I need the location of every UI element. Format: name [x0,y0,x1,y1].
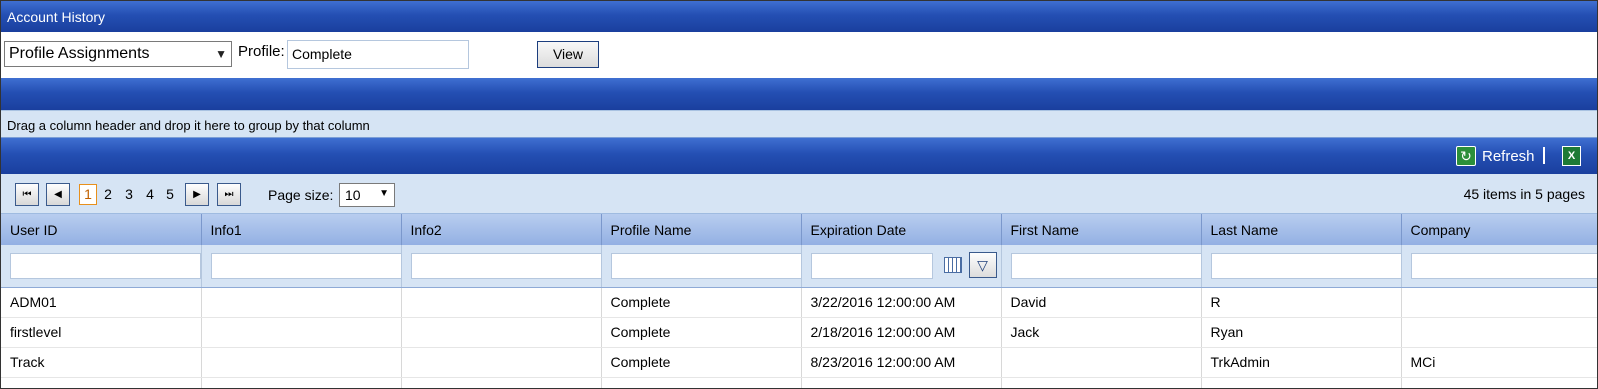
column-header-last-name[interactable]: Last Name [1201,214,1402,245]
cell-last-name: R [1201,287,1402,318]
cell-company [1401,287,1597,318]
window-title: Account History [1,1,1597,32]
refresh-label: Refresh [1482,147,1535,165]
filter-icon[interactable]: ▽ [968,252,997,278]
items-count: 45 items in 5 pages [1463,186,1585,202]
column-header-profile-name[interactable]: Profile Name [601,214,802,245]
cell-expiration-date: 8/23/2016 12:00:00 AM [801,347,1002,378]
section-header-bar [1,78,1597,110]
report-type-value: Profile Assignments [9,45,150,62]
filter-input-info2[interactable] [410,252,602,279]
table-row[interactable]: firstlevel Complete 2/18/2016 12:00:00 A… [1,317,1597,348]
cell-info1 [201,317,402,348]
cell-info1 [201,287,402,318]
page-link-5[interactable]: 5 [162,185,178,206]
filter-input-last-name[interactable] [1210,252,1402,279]
cell-info1 [201,347,402,378]
profile-input[interactable]: Complete [287,40,469,69]
pager: ⏮ ◀ 1 2 3 4 5 ▶ ⏭ Page size: 10 ▼ 45 ite… [1,174,1597,214]
history-grid: User ID Info1 Info2 Profile Name Expirat… [1,214,1597,388]
cell-first-name: David [1001,287,1202,318]
report-type-select[interactable]: Profile Assignments ▼ [4,41,232,67]
filter-input-expiration-date[interactable] [810,252,933,279]
column-header-expiration-date[interactable]: Expiration Date [801,214,1002,245]
chevron-down-icon: ▼ [379,188,389,199]
filter-input-company[interactable] [1410,252,1597,279]
cell-info2 [401,347,602,378]
page-link-2[interactable]: 2 [100,185,116,206]
cell-expiration-date: 3/22/2016 12:00:00 AM [801,287,1002,318]
cell-last-name: TrkAdmin [1201,347,1402,378]
column-header-info1[interactable]: Info1 [201,214,402,245]
account-history-panel: Account History Profile Assignments ▼ Pr… [0,0,1598,389]
cell-company: MCi [1401,347,1597,378]
page-link-4[interactable]: 4 [142,185,158,206]
header-row: User ID Info1 Info2 Profile Name Expirat… [1,214,1597,245]
group-by-panel[interactable]: Drag a column header and drop it here to… [1,110,1597,138]
chevron-down-icon: ▼ [215,47,227,61]
command-separator [1543,147,1545,164]
cell-profile-name: Complete [601,347,802,378]
page-size-select[interactable]: 10 ▼ [339,183,395,207]
column-header-user-id[interactable]: User ID [1,214,202,245]
cell-company [1401,317,1597,348]
view-button[interactable]: View [537,41,599,68]
next-page-icon[interactable]: ▶ [185,183,209,206]
calendar-icon[interactable] [942,254,964,276]
filter-input-user-id[interactable] [10,252,201,279]
first-page-icon[interactable]: ⏮ [15,183,39,206]
prev-page-icon[interactable]: ◀ [46,183,70,206]
table-row[interactable] [1,377,1597,388]
cell-last-name: Ryan [1201,317,1402,348]
table-row[interactable]: Track Complete 8/23/2016 12:00:00 AM Trk… [1,347,1597,378]
export-excel-icon[interactable]: X [1562,146,1581,166]
page-link-1[interactable]: 1 [79,184,97,205]
refresh-button[interactable]: ↻ Refresh [1456,146,1535,166]
cell-first-name: Jack [1001,317,1202,348]
profile-label: Profile: [238,43,285,60]
filter-input-first-name[interactable] [1010,252,1202,279]
refresh-icon: ↻ [1456,146,1476,166]
table-row[interactable]: ADM01 Complete 3/22/2016 12:00:00 AM Dav… [1,287,1597,318]
command-bar: ↻ Refresh X [1,138,1597,174]
page-size-label: Page size: [268,187,334,203]
filter-input-info1[interactable] [210,252,402,279]
filter-toolbar: Profile Assignments ▼ Profile: Complete … [1,32,1597,78]
page-link-3[interactable]: 3 [121,185,137,206]
cell-info2 [401,287,602,318]
cell-profile-name: Complete [601,287,802,318]
filter-row: ▽ [1,245,1597,288]
filter-input-profile-name[interactable] [610,252,802,279]
cell-profile-name: Complete [601,317,802,348]
column-header-company[interactable]: Company [1401,214,1597,245]
page-size-value: 10 [345,187,361,203]
cell-first-name [1001,347,1202,378]
column-header-first-name[interactable]: First Name [1001,214,1202,245]
column-header-info2[interactable]: Info2 [401,214,602,245]
cell-user-id: firstlevel [1,317,202,348]
last-page-icon[interactable]: ⏭ [217,183,241,206]
cell-user-id: ADM01 [1,287,202,318]
cell-info2 [401,317,602,348]
cell-user-id: Track [1,347,202,378]
cell-expiration-date: 2/18/2016 12:00:00 AM [801,317,1002,348]
